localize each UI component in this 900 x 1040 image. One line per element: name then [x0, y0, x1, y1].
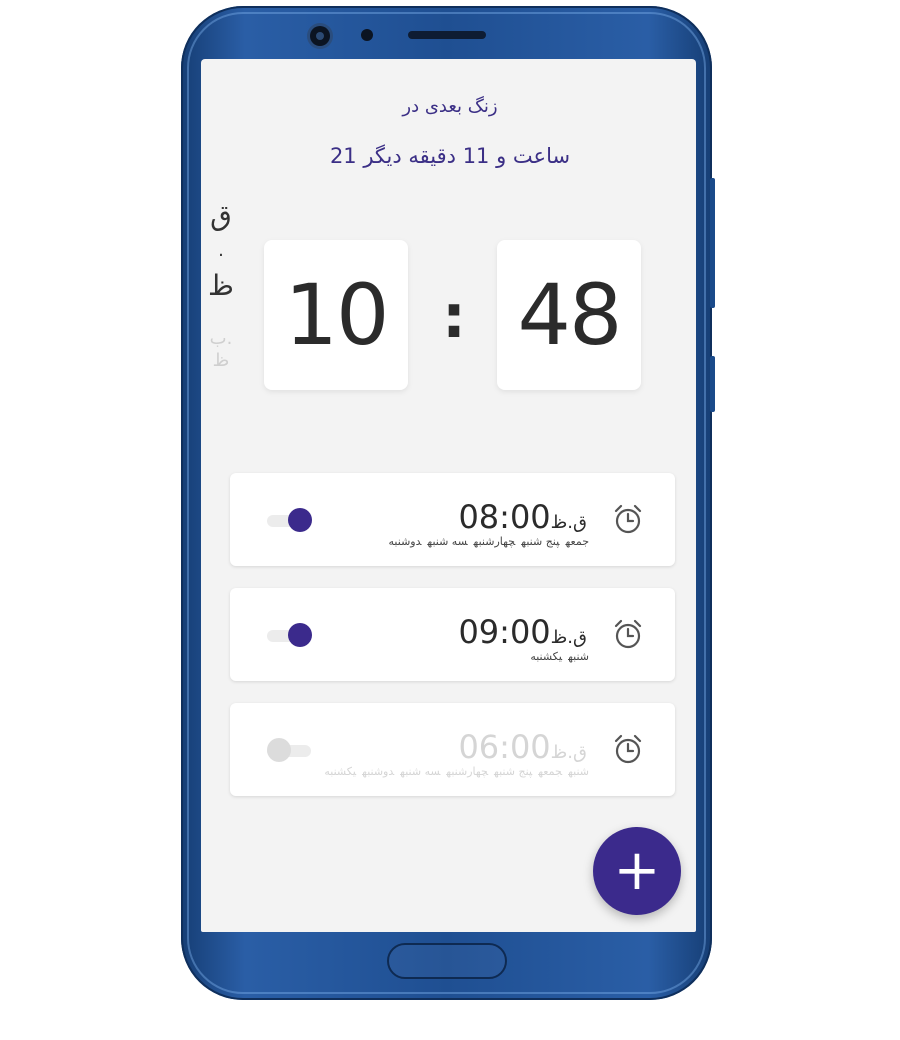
repeat-day: چهارشنبه [473, 535, 516, 548]
alarm-repeat-days: شنبه جمعه پنج شنبه چهارشنبه سه شنبه دوشنبه یکش… [318, 765, 589, 778]
home-button[interactable] [387, 943, 507, 979]
earpiece-speaker [408, 31, 486, 39]
repeat-day: سه شنبه [400, 765, 441, 778]
repeat-day: شنبه [568, 650, 589, 663]
alarm-period: ق.ظ [550, 627, 587, 648]
alarm-repeat-days: شنبه یکشنبه [524, 650, 589, 663]
alarm-clock-icon [613, 503, 643, 535]
alarm-period: ق.ظ [550, 742, 587, 763]
am-indicator-dot: . [218, 240, 224, 261]
alarm-clock-icon [613, 733, 643, 765]
alarm-time: 06:00ق.ظ [458, 728, 587, 766]
alarm-time-value: 08:00 [458, 498, 551, 536]
time-separator: : [442, 282, 466, 352]
alarm-repeat-days: جمعه پنج شنبه چهارشنبه سه شنبه دوشنبه [383, 535, 589, 548]
sensor-icon [361, 29, 373, 41]
am-indicator-letter[interactable]: ق [206, 200, 236, 232]
repeat-day: پنج شنبه [521, 535, 560, 548]
repeat-day: یکشنبه [530, 650, 563, 663]
am-indicator-letter-2[interactable]: ظ [206, 270, 236, 302]
alarm-card[interactable]: 06:00ق.ظ شنبهجمعهپنج شنبهچهارشنبهسه شنبهد… [230, 703, 675, 796]
repeat-day: چهارشنبه [446, 765, 489, 778]
alarm-time: 09:00ق.ظ [458, 613, 587, 651]
hour-tile[interactable]: 10 [264, 240, 408, 390]
am-pm-selector[interactable]: ق . ظ ب. ظ [206, 200, 236, 372]
alarm-card[interactable]: 08:00ق.ظ جمعهپنج شنبهچهارشنبهسه شنبهدوشنب… [230, 473, 675, 566]
repeat-day: دوشنبه [362, 765, 395, 778]
next-alarm-label: زنگ بعدی در [402, 96, 498, 117]
toggle-knob [288, 508, 312, 532]
front-camera-icon [310, 26, 330, 46]
repeat-day: دوشنبه [388, 535, 422, 548]
alarm-toggle[interactable] [267, 507, 313, 533]
repeat-day: شنبه [568, 765, 589, 778]
toggle-knob [288, 623, 312, 647]
repeat-day: جمعه [565, 535, 589, 548]
pm-indicator-2[interactable]: ظ [206, 350, 236, 372]
alarm-clock-icon [613, 618, 643, 650]
alarm-period: ق.ظ [550, 512, 587, 533]
power-button [710, 356, 715, 412]
alarm-toggle[interactable] [267, 622, 313, 648]
minute-tile[interactable]: 48 [497, 240, 641, 390]
volume-button [710, 178, 715, 308]
repeat-day: سه شنبه [427, 535, 468, 548]
repeat-day: پنج شنبه [494, 765, 533, 778]
alarm-time-value: 06:00 [458, 728, 551, 766]
next-alarm-countdown: 21 ساعت و 11 دقیقه دیگر [329, 144, 571, 168]
pm-indicator[interactable]: ب. [206, 328, 236, 350]
plus-icon: + [613, 838, 661, 903]
repeat-day: جمعه [538, 765, 563, 778]
add-alarm-button[interactable]: + [593, 827, 681, 915]
alarm-card[interactable]: 09:00ق.ظ شنبهیکشنبه [230, 588, 675, 681]
repeat-day: یکشنبه [324, 765, 357, 778]
alarm-time-value: 09:00 [458, 613, 551, 651]
alarm-toggle[interactable] [267, 737, 313, 763]
toggle-knob [267, 738, 291, 762]
alarm-time: 08:00ق.ظ [458, 498, 587, 536]
